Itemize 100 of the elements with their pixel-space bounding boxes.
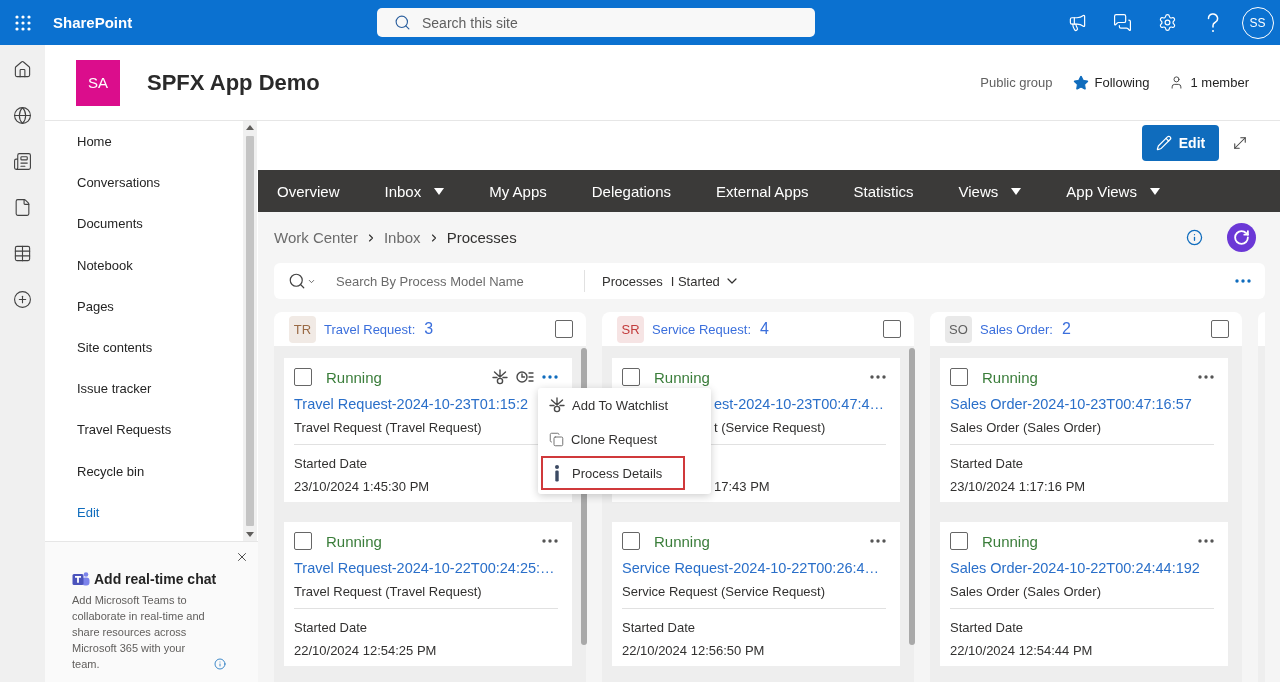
nav-link[interactable]: Issue tracker (45, 368, 243, 410)
megaphone-icon[interactable] (1068, 13, 1087, 32)
process-link[interactable]: Sales Order-2024-10-22T00:24:44:192 (950, 557, 1200, 579)
breadcrumb-link[interactable]: Inbox (383, 229, 421, 246)
field-label: Started Date (950, 619, 1023, 637)
process-type: Sales Order (Sales Order) (950, 583, 1101, 601)
checkbox[interactable] (622, 532, 640, 550)
site-logo: SA (76, 59, 120, 106)
close-icon[interactable] (235, 550, 249, 564)
top-nav-item[interactable]: External Apps (715, 170, 809, 212)
starburst-icon (492, 369, 508, 385)
star-icon[interactable] (1072, 74, 1089, 91)
column-title: Service Request: (652, 321, 751, 337)
nav-link[interactable]: Travel Requests (45, 409, 243, 451)
scroll-down-icon[interactable] (246, 532, 254, 537)
home-icon[interactable] (13, 59, 32, 79)
nav-link[interactable]: Notebook (45, 244, 243, 286)
clock-list-icon[interactable] (516, 370, 534, 384)
checkbox[interactable] (950, 368, 968, 386)
process-link[interactable]: Service Request-2024-10-22T00:26:4… (622, 557, 880, 579)
starburst-icon (549, 397, 565, 413)
process-link[interactable]: est-2024-10-23T00:47:4… (714, 393, 885, 415)
top-nav-item[interactable]: Delegations (591, 170, 671, 212)
scrollbar-thumb[interactable] (909, 348, 915, 645)
process-type: Travel Request (Travel Request) (294, 583, 482, 601)
nav-link[interactable]: Conversations (45, 162, 243, 204)
status-text: Running (654, 532, 710, 550)
table-icon[interactable] (13, 243, 32, 263)
process-link[interactable]: Sales Order-2024-10-23T00:47:16:57 (950, 393, 1192, 415)
copy-icon (549, 431, 564, 447)
checkbox[interactable] (294, 368, 312, 386)
status-text: Running (326, 368, 382, 386)
top-nav-item[interactable]: Overview (277, 170, 340, 212)
field-label: Started Date (950, 455, 1023, 473)
grid-menu-icon[interactable] (14, 14, 31, 31)
app-name[interactable]: SharePoint (53, 14, 133, 31)
menu-item[interactable]: Process Details (541, 456, 685, 490)
nav-link[interactable]: Home (45, 121, 243, 163)
field-value: 23/10/2024 1:17:16 PM (950, 478, 1086, 496)
top-nav-item[interactable]: My Apps (489, 170, 547, 212)
chat-icon[interactable] (1113, 13, 1132, 32)
status-text: Running (982, 532, 1038, 550)
refresh-button[interactable] (1227, 223, 1256, 252)
menu-item[interactable]: Clone Request (541, 422, 685, 456)
nav-link[interactable]: Site contents (45, 326, 243, 369)
more-icon[interactable] (542, 375, 558, 379)
checkbox[interactable] (883, 320, 901, 338)
search-icon[interactable] (288, 272, 306, 290)
settings-icon[interactable] (1158, 13, 1177, 32)
more-icon[interactable] (870, 539, 886, 543)
chat-app-icon (72, 571, 90, 587)
menu-item[interactable]: Add To Watchlist (541, 388, 685, 422)
scroll-up-icon[interactable] (246, 125, 254, 130)
scope-dropdown[interactable]: Processes I Started (602, 273, 740, 289)
pencil-icon (1155, 135, 1172, 151)
globe-icon[interactable] (13, 105, 32, 125)
field-value: 22/10/2024 12:54:25 PM (294, 642, 437, 660)
nav-link[interactable]: Recycle bin (45, 450, 243, 492)
checkbox[interactable] (622, 368, 640, 386)
process-link[interactable]: Travel Request-2024-10-23T01:15:2 (294, 393, 529, 415)
info-icon[interactable] (214, 658, 226, 670)
checkbox[interactable] (1211, 320, 1229, 338)
search-field[interactable]: Search By Process Model Name (334, 272, 572, 290)
process-link[interactable]: Travel Request-2024-10-22T00:24:25:… (294, 557, 555, 579)
scrollbar-thumb[interactable] (246, 136, 254, 526)
checkbox[interactable] (555, 320, 573, 338)
more-icon[interactable] (1198, 539, 1214, 543)
plus-circle-icon[interactable] (13, 289, 32, 309)
nav-link[interactable]: Documents (45, 203, 243, 245)
column-title: Sales Order: (980, 321, 1053, 337)
field-value: 17:43 PM (714, 478, 770, 496)
breadcrumb-link[interactable]: Work Center (274, 229, 358, 246)
diagonal-arrow-icon[interactable] (1231, 134, 1249, 152)
more-icon[interactable] (1235, 279, 1251, 283)
edit-button[interactable]: Edit (1142, 125, 1219, 161)
top-nav-item[interactable]: App Views (1066, 170, 1160, 212)
follow-link[interactable]: Following (1094, 75, 1150, 90)
column-title: Travel Request: (324, 321, 416, 337)
help-icon[interactable] (1205, 12, 1220, 33)
more-icon[interactable] (870, 375, 886, 379)
members-link[interactable]: 1 member (1190, 75, 1249, 90)
newspaper-icon[interactable] (13, 151, 32, 171)
top-nav-item[interactable]: Inbox (384, 170, 445, 212)
checkbox[interactable] (950, 532, 968, 550)
info-icon[interactable] (1186, 229, 1203, 246)
more-icon[interactable] (542, 539, 558, 543)
search-icon (394, 14, 411, 31)
privacy-label: Public group (980, 75, 1053, 90)
nav-link[interactable]: Edit (45, 491, 243, 533)
top-nav-item[interactable]: Statistics (853, 170, 914, 212)
search-field[interactable]: Search this site (377, 8, 815, 37)
top-nav-item[interactable]: Views (958, 170, 1022, 212)
nav-link[interactable]: Pages (45, 285, 243, 327)
document-icon[interactable] (13, 197, 32, 217)
process-type: Sales Order (Sales Order) (950, 419, 1101, 437)
more-icon[interactable] (1198, 375, 1214, 379)
refresh-icon (1233, 229, 1250, 246)
column-count: 3 (424, 320, 434, 338)
site-title: SPFX App Demo (147, 69, 320, 96)
checkbox[interactable] (294, 532, 312, 550)
